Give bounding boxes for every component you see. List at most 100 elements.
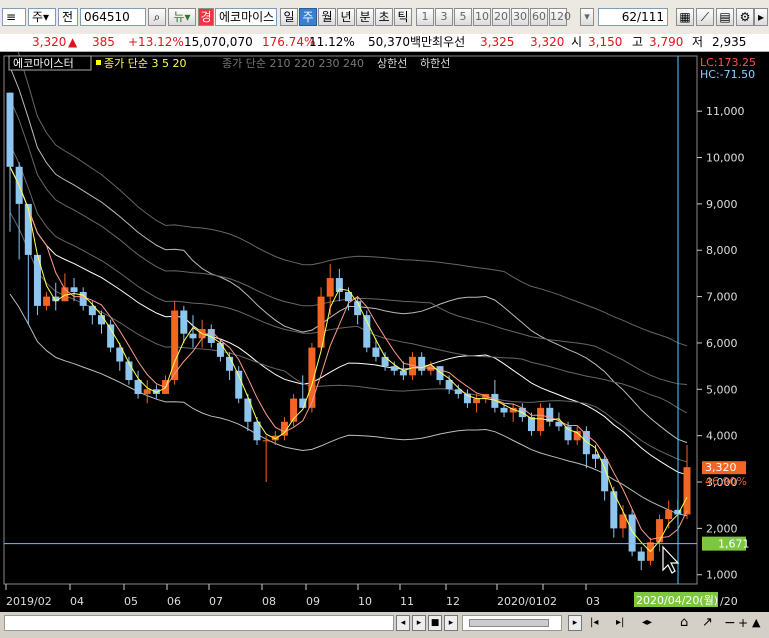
x-tick-label: 04 (70, 595, 84, 608)
candle-body (372, 347, 380, 357)
open-label: 시 (571, 35, 583, 49)
volume: 15,070,070 (184, 35, 253, 49)
candle-body (262, 440, 270, 442)
candle-body (592, 454, 600, 459)
date-tail: /20 (720, 595, 738, 608)
x-tick-label: 05 (124, 595, 138, 608)
long-ma-line (9, 143, 688, 414)
interval-button-120[interactable]: 120 (549, 8, 571, 26)
expand-icon[interactable]: ▲ (752, 615, 766, 631)
x-tick-label: 08 (262, 595, 276, 608)
candle-body (363, 315, 371, 348)
news-button[interactable]: 뉴▾ (168, 8, 196, 26)
last-icon[interactable]: ▸| (616, 615, 640, 631)
candle-body (70, 287, 78, 292)
candle-body (6, 92, 14, 167)
y-tick-label: 5,000 (706, 383, 738, 396)
zoom-track[interactable] (462, 615, 562, 631)
x-tick-label: 10 (358, 595, 372, 608)
y-tick-label: 11,000 (706, 105, 745, 118)
candle-body (308, 347, 316, 408)
candle-body (399, 370, 407, 376)
ma5-line (9, 166, 688, 541)
upper-band-line (9, 66, 688, 444)
interval-button-30[interactable]: 30 (511, 8, 529, 26)
period-tab-6[interactable]: 틱 (394, 8, 412, 26)
code-input[interactable]: 064510 (80, 8, 146, 26)
hamburger-menu-icon[interactable]: ≡ (2, 8, 26, 26)
x-tick-label: 03 (586, 595, 600, 608)
search-icon[interactable]: ⌕ (148, 8, 166, 26)
y-tick-label: 4,000 (706, 430, 738, 443)
stop-icon[interactable]: ■ (428, 615, 442, 631)
period-tab-0[interactable]: 일 (280, 8, 298, 26)
warning-badge: 경 (198, 8, 214, 26)
scroll-track[interactable] (4, 615, 394, 631)
more-icon[interactable]: ▸ (754, 8, 768, 26)
interval-button-10[interactable]: 10 (473, 8, 491, 26)
zoom-out-icon[interactable]: − (724, 615, 738, 631)
first-icon[interactable]: |◂ (590, 615, 614, 631)
page-value: 62 (621, 10, 638, 24)
interval-button-20[interactable]: 20 (492, 8, 510, 26)
save-icon[interactable]: ▤ (716, 8, 734, 26)
change-percent: +13.12% (128, 35, 184, 49)
period-tab-4[interactable]: 분 (356, 8, 374, 26)
y-tick-label: 8,000 (706, 244, 738, 257)
period-tab-1[interactable]: 주 (299, 8, 317, 26)
period-tab-3[interactable]: 년 (337, 8, 355, 26)
cursor-icon[interactable]: ↗ (702, 615, 722, 631)
y-tick-label: 7,000 (706, 291, 738, 304)
home-icon[interactable]: ⌂ (680, 615, 700, 631)
price-change: 385 (92, 35, 115, 49)
ma3-line (9, 166, 688, 553)
percent-tag: 46.90% (705, 475, 747, 488)
market-label: 주 (32, 10, 44, 24)
interval-button-3[interactable]: 3 (435, 8, 453, 26)
interval-button-1[interactable]: 1 (416, 8, 434, 26)
period-tab-5[interactable]: 초 (375, 8, 393, 26)
mouse-pointer-icon (662, 545, 680, 574)
y-tick-label: 10,000 (706, 152, 745, 165)
plot-frame (3, 55, 698, 585)
low-price: 2,935 (712, 35, 747, 49)
candle-body (107, 324, 115, 348)
candle-body (125, 361, 133, 381)
chart-canvas[interactable]: 11,000 10,000 9,000 8,000 7,000 6,000 5,000 4,0… (0, 30, 769, 612)
candle-body (216, 342, 224, 357)
ma20-line (9, 166, 688, 476)
open-price: 3,150 (588, 35, 623, 49)
x-tick-label: 12 (446, 595, 460, 608)
candle-body (43, 296, 51, 306)
market-select[interactable]: 주▾ (28, 8, 56, 26)
y-tick-label: 1,000 (706, 569, 738, 582)
period-tab-2[interactable]: 월 (318, 8, 336, 26)
scroll-end-icon[interactable]: ▸ (568, 615, 582, 631)
zoom-in-icon[interactable]: + (738, 615, 752, 631)
grid-icon[interactable]: ▦ (676, 8, 694, 26)
legend-upper-band: 상한선 (377, 57, 407, 70)
interval-button-60[interactable]: 60 (530, 8, 548, 26)
page-counter[interactable]: 62/111 (598, 8, 668, 26)
scroll-right-icon[interactable]: ▸ (444, 615, 458, 631)
scroll-left-icon[interactable]: ◂ (396, 615, 410, 631)
current-price: 3,320 (32, 35, 67, 49)
zoom-thumb[interactable] (469, 619, 549, 627)
price-chart[interactable]: 11,000 10,000 9,000 8,000 7,000 6,000 5,000 4,0… (0, 30, 769, 612)
toolbar: ≡ 주▾ 전 064510 ⌕ 뉴▾ 경 에코마이스 일주월년분초틱 1 3 5 10… (0, 0, 769, 35)
chart-tool-icon[interactable]: ⟋ (696, 8, 714, 26)
gear-icon[interactable]: ⚙ (736, 8, 754, 26)
candle-body (564, 426, 572, 441)
candle-body (189, 333, 197, 339)
candle-body (134, 380, 142, 394)
period-select[interactable]: 전 (58, 8, 78, 26)
fit-icon[interactable]: ◂▸ (642, 615, 666, 631)
interval-button-5[interactable]: 5 (454, 8, 472, 26)
play-icon[interactable]: ▸ (412, 615, 426, 631)
candle-body (143, 389, 151, 394)
x-tick-label: 11 (400, 595, 414, 608)
dropdown-icon[interactable]: ▾ (580, 8, 594, 26)
price-tag: 3,320 (705, 461, 737, 474)
high-label: 고 (632, 35, 644, 49)
candle-body (500, 407, 508, 413)
